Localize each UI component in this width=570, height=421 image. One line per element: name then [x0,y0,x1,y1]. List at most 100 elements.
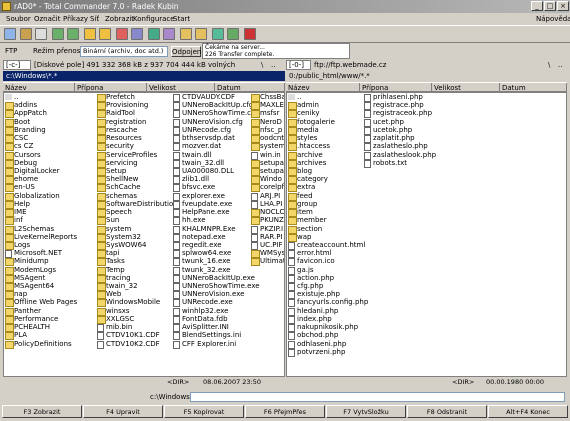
list-item[interactable]: archives [287,159,365,168]
list-item[interactable]: corelpf [250,183,284,193]
f4-edit-button[interactable]: F4 Upravit [83,405,163,418]
list-item[interactable]: UNNeroBackItUp.cfg [172,101,260,111]
list-item[interactable]: Offline Web Pages [4,298,77,308]
list-item[interactable]: registrace.php [363,101,453,111]
list-item[interactable]: mib.bin [96,323,168,333]
list-item[interactable]: UNNeroBackItUp.exe [172,274,260,284]
list-item[interactable]: bthservsdp.dat [172,134,260,144]
list-item[interactable]: Performance [4,315,76,325]
list-item[interactable]: CTDV10K1.CDF [96,331,168,341]
list-item[interactable]: UNRecode.exe [172,298,260,308]
list-item[interactable]: Setup [96,167,168,177]
list-item[interactable]: ucet.php [363,118,453,127]
list-item[interactable]: twain_32 [96,282,168,292]
menu-konfigurace[interactable]: Konfigurace [133,14,175,24]
list-item[interactable]: Tasks [96,257,168,267]
list-item[interactable]: CFF Explorer.ini [172,340,260,349]
list-item[interactable]: BlendSettings.ini [172,331,260,341]
sync-icon[interactable] [163,28,175,40]
list-item[interactable]: cfg.php [287,282,365,292]
list-item[interactable]: Cursors [4,151,76,160]
list-item[interactable]: error.html [287,249,365,259]
f5-copy-button[interactable]: F5 Kopírovat [164,405,244,418]
menu-soubor[interactable]: Soubor [6,14,31,24]
list-item[interactable]: twunk_32.exe [172,266,260,275]
list-item[interactable]: existuje.php [287,290,365,300]
list-item[interactable]: cs CZ [4,142,76,152]
list-item[interactable]: Help [4,200,76,210]
list-item[interactable]: nap [4,290,76,300]
list-item[interactable]: LHA.PI [250,200,284,210]
find-icon[interactable] [116,28,128,40]
list-item[interactable]: tapi [96,249,168,259]
list-item[interactable]: RaidTool [96,109,168,119]
menu-start[interactable]: Start [173,14,190,24]
list-item[interactable]: archive [287,151,365,160]
menu-zobrazit[interactable]: Zobrazit [105,14,134,24]
list-item[interactable]: system [96,225,168,234]
list-item[interactable]: servicing [96,159,168,168]
list-item[interactable]: IME [4,208,76,218]
list-item[interactable]: group [287,200,365,210]
transfer-mode-select[interactable]: Binární (archiv, doc atd.) [80,46,168,57]
list-item[interactable]: splwow64.exe [172,249,260,259]
list-item[interactable]: UA000080.DLL [172,167,260,177]
list-item[interactable]: Ultimat [250,257,284,267]
list-item[interactable]: PLA [4,331,76,341]
list-item[interactable]: Web [96,290,168,300]
list-item[interactable]: UC.PIF [250,241,284,251]
right-path[interactable]: 0:/public_html/www/*.* [286,71,567,81]
unpack-icon[interactable] [99,28,111,40]
list-item[interactable]: Temp [96,266,168,275]
list-item[interactable]: ShellNew [96,175,168,185]
list-item[interactable]: NeroD [250,118,284,127]
list-item[interactable]: inf [4,216,76,226]
list-item[interactable]: oodcnt [250,134,284,144]
menu-prikazy[interactable]: Příkazy [63,14,88,24]
list-item[interactable]: zaslatheslook.php [363,151,453,160]
list-item[interactable]: ga.js [287,266,365,275]
ftp-connect-icon[interactable] [180,28,192,40]
list-item[interactable]: System32 [96,233,168,242]
list-item[interactable]: bfsvc.exe [172,183,260,193]
list-item[interactable]: Windo [250,175,284,185]
menu-oznacit[interactable]: Označit [34,14,60,24]
minimize-button[interactable]: _ [531,1,543,11]
full-view-icon[interactable] [35,28,47,40]
list-item[interactable]: admin [287,101,365,111]
list-item[interactable]: WindowsMobile [96,298,168,308]
list-item[interactable]: .htaccess [287,142,365,152]
list-item[interactable]: Prefetch [96,93,168,103]
list-item[interactable]: CTDVAUDY.CDF [172,93,260,103]
list-item[interactable]: SysWOW64 [96,241,168,251]
list-item[interactable]: twunk_16.exe [172,257,260,267]
list-item[interactable]: action.php [287,274,365,284]
list-item[interactable]: L2Schemas [4,225,76,234]
list-item[interactable]: setupa [250,159,284,168]
list-item[interactable]: prihlaseni.php [363,93,453,103]
list-item[interactable]: UNNeroVision.cfg [172,118,260,127]
f3-view-button[interactable]: F3 Zobrazit [2,405,82,418]
list-item[interactable]: Boot [4,118,76,127]
list-item[interactable]: en-US [4,183,76,193]
list-item[interactable]: category [287,175,365,185]
parent-dir-item[interactable]: .. [287,93,365,101]
list-item[interactable]: SchCache [96,183,168,193]
list-item[interactable]: nakupnikosik.php [287,323,365,333]
list-item[interactable]: section [287,225,365,234]
list-item[interactable]: PCHEALTH [4,323,76,333]
list-item[interactable]: hh.exe [172,216,260,226]
list-item[interactable]: PKUNZ [250,216,284,226]
list-item[interactable]: potvrzeni.php [287,348,365,358]
menu-help[interactable]: Nápověda [536,14,570,24]
list-item[interactable]: ModemLogs [4,266,76,275]
list-item[interactable]: Resources [96,134,168,144]
list-item[interactable]: registration [96,118,168,127]
compare-icon[interactable] [148,28,160,40]
list-item[interactable]: fotogalerie [287,118,365,127]
list-item[interactable]: Provisioning [96,101,168,111]
list-item[interactable]: MSAgent [4,274,76,284]
close-button[interactable]: × [557,1,569,11]
list-item[interactable]: wap [287,233,365,242]
list-item[interactable]: item [287,208,365,218]
